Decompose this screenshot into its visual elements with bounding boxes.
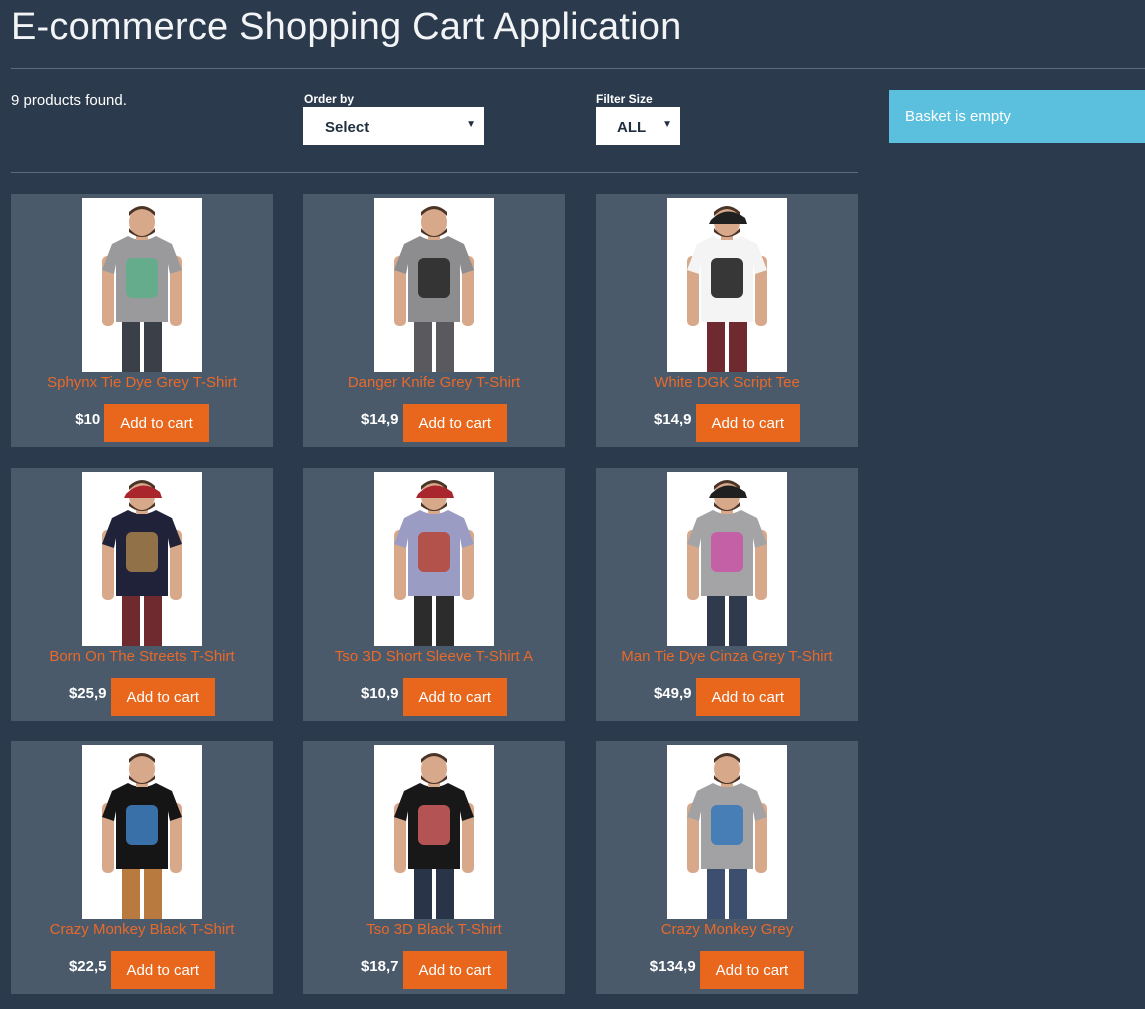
filter-size-selected-value: ALL bbox=[617, 119, 647, 136]
product-price-row: $25,9 Add to cart bbox=[11, 678, 273, 716]
product-card: Tso 3D Short Sleeve T-Shirt A $10,9 Add to… bbox=[303, 468, 565, 721]
product-price-row: $14,9 Add to cart bbox=[596, 404, 858, 442]
add-to-cart-button[interactable]: Add to cart bbox=[402, 404, 508, 442]
product-image[interactable] bbox=[667, 198, 787, 372]
product-name[interactable]: Tso 3D Black T-Shirt bbox=[303, 921, 565, 938]
order-by-select[interactable]: Select ▼ bbox=[303, 107, 484, 145]
product-price-row: $18,7 Add to cart bbox=[303, 951, 565, 989]
product-price: $14,9 bbox=[360, 410, 399, 428]
product-card: Man Tie Dye Cinza Grey T-Shirt $49,9 Add t… bbox=[596, 468, 858, 721]
model-photo bbox=[667, 198, 787, 372]
model-photo bbox=[82, 198, 202, 372]
add-to-cart-button[interactable]: Add to cart bbox=[695, 678, 801, 716]
product-price-row: $14,9 Add to cart bbox=[303, 404, 565, 442]
chevron-down-icon: ▼ bbox=[662, 119, 672, 130]
product-price: $25,9 bbox=[68, 684, 107, 702]
product-image[interactable] bbox=[82, 472, 202, 646]
product-card: White DGK Script Tee $14,9 Add to cart bbox=[596, 194, 858, 447]
product-card: Crazy Monkey Black T-Shirt $22,5 Add to ca… bbox=[11, 741, 273, 994]
order-by-selected-value: Select bbox=[325, 119, 370, 136]
product-card: Tso 3D Black T-Shirt $18,7 Add to cart bbox=[303, 741, 565, 994]
product-price: $10,9 bbox=[360, 684, 399, 702]
product-price: $22,5 bbox=[68, 957, 107, 975]
filter-size-select[interactable]: ALL ▼ bbox=[596, 107, 680, 145]
basket-status: Basket is empty bbox=[905, 108, 1011, 125]
product-image[interactable] bbox=[82, 198, 202, 372]
add-to-cart-button[interactable]: Add to cart bbox=[110, 951, 216, 989]
add-to-cart-button[interactable]: Add to cart bbox=[699, 951, 805, 989]
product-price: $10 bbox=[75, 410, 101, 428]
model-photo bbox=[374, 745, 494, 919]
model-photo bbox=[374, 198, 494, 372]
product-image[interactable] bbox=[82, 745, 202, 919]
product-name[interactable]: Tso 3D Short Sleeve T-Shirt A bbox=[303, 648, 565, 665]
product-name[interactable]: Man Tie Dye Cinza Grey T-Shirt bbox=[596, 648, 858, 665]
product-price: $18,7 bbox=[360, 957, 399, 975]
product-price-row: $134,9 Add to cart bbox=[596, 951, 858, 989]
add-to-cart-button[interactable]: Add to cart bbox=[695, 404, 801, 442]
product-price: $134,9 bbox=[649, 957, 696, 975]
add-to-cart-button[interactable]: Add to cart bbox=[402, 678, 508, 716]
product-image[interactable] bbox=[374, 198, 494, 372]
product-image[interactable] bbox=[667, 745, 787, 919]
product-name[interactable]: White DGK Script Tee bbox=[596, 374, 858, 391]
product-price-row: $49,9 Add to cart bbox=[596, 678, 858, 716]
product-image[interactable] bbox=[374, 745, 494, 919]
product-image[interactable] bbox=[374, 472, 494, 646]
model-photo bbox=[82, 472, 202, 646]
product-name[interactable]: Crazy Monkey Black T-Shirt bbox=[11, 921, 273, 938]
product-card: Sphynx Tie Dye Grey T-Shirt $10 Add to car… bbox=[11, 194, 273, 447]
page-title: E-commerce Shopping Cart Application bbox=[11, 6, 682, 48]
chevron-down-icon: ▼ bbox=[466, 119, 476, 130]
product-name[interactable]: Sphynx Tie Dye Grey T-Shirt bbox=[11, 374, 273, 391]
model-photo bbox=[82, 745, 202, 919]
model-photo bbox=[667, 745, 787, 919]
product-card: Crazy Monkey Grey $134,9 Add to cart bbox=[596, 741, 858, 994]
add-to-cart-button[interactable]: Add to cart bbox=[104, 404, 209, 442]
product-card: Danger Knife Grey T-Shirt $14,9 Add to car… bbox=[303, 194, 565, 447]
product-price: $49,9 bbox=[653, 684, 692, 702]
product-price: $14,9 bbox=[653, 410, 692, 428]
product-image[interactable] bbox=[667, 472, 787, 646]
order-by-label: Order by bbox=[304, 92, 355, 106]
model-photo bbox=[667, 472, 787, 646]
model-photo bbox=[374, 472, 494, 646]
product-name[interactable]: Crazy Monkey Grey bbox=[596, 921, 858, 938]
add-to-cart-button[interactable]: Add to cart bbox=[110, 678, 216, 716]
product-price-row: $10 Add to cart bbox=[11, 404, 273, 442]
filter-size-label: Filter Size bbox=[596, 92, 653, 106]
basket-panel: Basket is empty bbox=[889, 90, 1145, 143]
add-to-cart-button[interactable]: Add to cart bbox=[402, 951, 508, 989]
product-name[interactable]: Born On The Streets T-Shirt bbox=[11, 648, 273, 665]
product-card: Born On The Streets T-Shirt $25,9 Add to c… bbox=[11, 468, 273, 721]
toolbar-divider bbox=[11, 172, 858, 173]
product-price-row: $10,9 Add to cart bbox=[303, 678, 565, 716]
product-name[interactable]: Danger Knife Grey T-Shirt bbox=[303, 374, 565, 391]
title-divider bbox=[11, 68, 1145, 69]
products-found-count: 9 products found. bbox=[11, 92, 127, 109]
product-price-row: $22,5 Add to cart bbox=[11, 951, 273, 989]
